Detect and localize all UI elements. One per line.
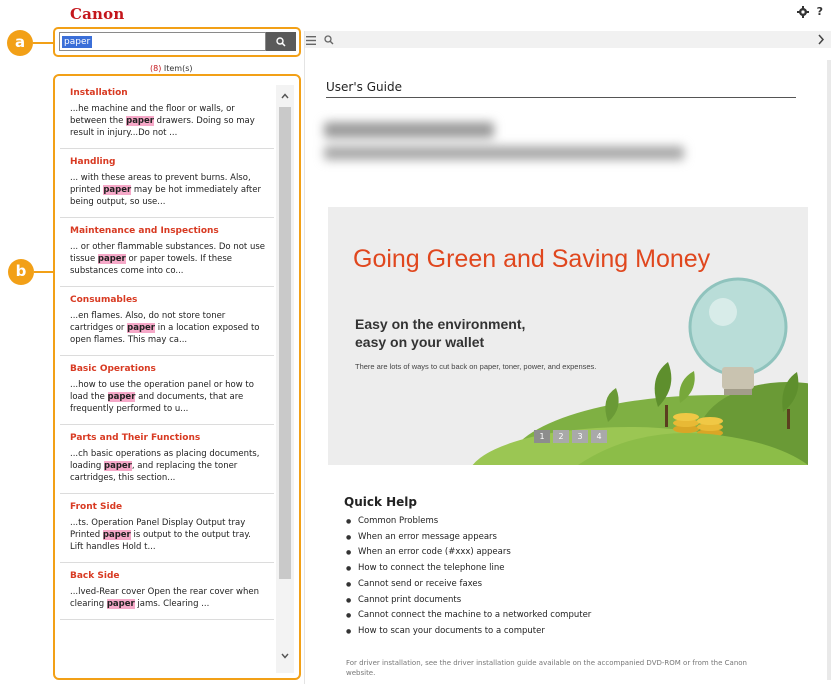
top-icons: ? [796,5,823,18]
toc-icon[interactable] [306,36,316,45]
result-count: (8) Item(s) [150,64,193,73]
title-divider [326,97,796,98]
search-term-highlight: paper [126,116,154,126]
search-result[interactable]: Basic Operations ...how to use the opera… [60,356,274,425]
banner-page-1[interactable]: 1 [534,430,550,443]
scroll-up-button[interactable] [276,89,294,103]
quick-help-link[interactable]: Common Problems [346,514,591,530]
result-count-number: (8) [150,64,162,73]
scroll-down-button[interactable] [276,649,294,663]
quick-help-link[interactable]: How to scan your documents to a computer [346,624,591,640]
banner-page-2[interactable]: 2 [553,430,569,443]
content-toolbar [305,31,831,48]
result-snippet: ... with these areas to prevent burns. A… [70,172,266,208]
results-scrollbar[interactable] [276,85,294,673]
guide-title: User's Guide [326,80,402,94]
result-title[interactable]: Installation [70,87,266,100]
search-input-selection: paper [62,36,93,48]
search-result[interactable]: Handling ... with these areas to prevent… [60,149,274,218]
product-name-blurred [322,122,702,170]
banner-page-4[interactable]: 4 [591,430,607,443]
result-snippet: ...he machine and the floor or walls, or… [70,103,266,139]
result-snippet: ...ch basic operations as placing docume… [70,448,266,484]
quick-help-link[interactable]: Cannot print documents [346,593,591,609]
result-count-suffix: Item(s) [161,64,193,73]
banner-subtitle-line1: Easy on the environment, [355,316,526,332]
search-term-highlight: paper [97,254,126,264]
quick-help-link[interactable]: How to connect the telephone line [346,561,591,577]
result-title[interactable]: Back Side [70,570,266,583]
result-title[interactable]: Maintenance and Inspections [70,225,266,238]
search-result[interactable]: Maintenance and Inspections ... or other… [60,218,274,287]
help-icon[interactable]: ? [817,5,823,18]
result-title[interactable]: Consumables [70,294,266,307]
quick-help-link[interactable]: Cannot send or receive faxes [346,577,591,593]
search-result[interactable]: Consumables ...en flames. Also, do not s… [60,287,274,356]
canon-logo: Canon [70,5,125,23]
result-title[interactable]: Handling [70,156,266,169]
search-term-highlight: paper [104,461,132,471]
result-snippet: ...ts. Operation Panel Display Output tr… [70,517,266,553]
search-term-highlight: paper [103,185,132,195]
search-result[interactable]: Front Side ...ts. Operation Panel Displa… [60,494,274,563]
banner-body: There are lots of ways to cut back on pa… [355,362,597,371]
product-name-redacted [324,122,494,138]
scroll-thumb[interactable] [279,107,291,579]
promo-banner[interactable]: Going Green and Saving Money Easy on the… [328,207,808,465]
quick-help-list: Common Problems When an error message ap… [346,514,591,640]
result-snippet: ...en flames. Also, do not store toner c… [70,310,266,346]
callout-b: b [8,259,34,285]
quick-help-link[interactable]: When an error message appears [346,530,591,546]
chevron-down-icon [281,653,289,659]
chevron-right-icon[interactable] [817,34,825,45]
gear-icon[interactable] [796,5,809,18]
search-result[interactable]: Back Side ...lved-Rear cover Open the re… [60,563,274,620]
search-results-list: Installation ...he machine and the floor… [60,80,274,674]
banner-pagination: 1 2 3 4 [534,430,607,443]
callout-a: a [7,30,33,56]
callout-b-line [34,271,53,273]
banner-page-3[interactable]: 3 [572,430,588,443]
pane-divider[interactable] [304,31,305,684]
result-title[interactable]: Basic Operations [70,363,266,376]
search-toggle-icon[interactable] [324,35,334,45]
result-snippet: ...lved-Rear cover Open the rear cover w… [70,586,266,610]
result-snippet: ... or other flammable substances. Do no… [70,241,266,277]
search-button[interactable] [266,32,296,51]
driver-install-note: For driver installation, see the driver … [346,659,747,677]
banner-subtitle: Easy on the environment, easy on your wa… [355,315,585,351]
search-icon [276,36,286,47]
callout-a-line [33,42,53,44]
content-scrollbar[interactable] [827,60,831,680]
result-title[interactable]: Parts and Their Functions [70,432,266,445]
snippet-text: jams. Clearing ... [134,599,210,609]
quick-help-link[interactable]: When an error code (#xxx) appears [346,545,591,561]
chevron-up-icon [281,93,289,99]
search-result[interactable]: Installation ...he machine and the floor… [60,80,274,149]
product-models-redacted [324,146,684,160]
search-term-highlight: paper [107,392,136,402]
search-box[interactable]: paper [59,32,266,54]
search-term-highlight: paper [127,323,155,333]
quick-help-link[interactable]: Cannot connect the machine to a networke… [346,608,591,624]
banner-subtitle-line2: easy on your wallet [355,334,485,350]
search-term-highlight: paper [106,599,135,609]
result-snippet: ...how to use the operation panel or how… [70,379,266,415]
result-title[interactable]: Front Side [70,501,266,514]
quick-help-title: Quick Help [344,495,418,509]
search-term-highlight: paper [102,530,131,540]
banner-title: Going Green and Saving Money [353,245,711,273]
search-result[interactable]: Parts and Their Functions ...ch basic op… [60,425,274,494]
